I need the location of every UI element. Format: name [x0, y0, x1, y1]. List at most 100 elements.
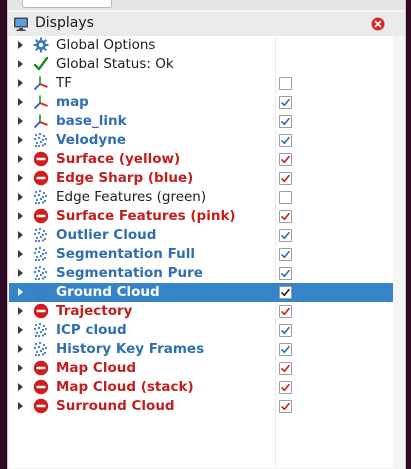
display-row[interactable]: Outlier Cloud — [9, 226, 393, 245]
display-label: Trajectory — [56, 303, 133, 319]
axes-icon — [33, 113, 49, 129]
display-row[interactable]: map — [9, 93, 393, 112]
expand-arrow-icon[interactable] — [18, 250, 23, 258]
display-label: TF — [56, 75, 73, 91]
display-label: Surround Cloud — [56, 398, 175, 414]
display-label: Global Options — [56, 37, 156, 53]
display-label: Surface Features (pink) — [56, 208, 236, 224]
error-icon — [33, 398, 49, 414]
expand-arrow-icon[interactable] — [18, 79, 23, 87]
enable-checkbox[interactable] — [279, 248, 292, 261]
point-cloud-icon — [33, 132, 49, 148]
display-label: map — [56, 94, 89, 110]
expand-arrow-icon[interactable] — [18, 269, 23, 277]
display-label: Segmentation Full — [56, 246, 196, 262]
enable-checkbox[interactable] — [279, 191, 292, 204]
enable-checkbox[interactable] — [279, 305, 292, 318]
expand-arrow-icon[interactable] — [18, 60, 23, 68]
display-row[interactable]: Edge Sharp (blue) — [9, 169, 393, 188]
display-row[interactable]: base_link — [9, 112, 393, 131]
error-icon — [33, 170, 49, 186]
expand-arrow-icon[interactable] — [18, 288, 23, 296]
display-row[interactable]: Segmentation Pure — [9, 264, 393, 283]
display-label: Outlier Cloud — [56, 227, 157, 243]
expand-arrow-icon[interactable] — [18, 364, 23, 372]
display-tree: Global Options Global Status: Ok TF map base… — [9, 36, 393, 468]
expand-arrow-icon[interactable] — [18, 155, 23, 163]
enable-checkbox[interactable] — [279, 229, 292, 242]
point-cloud-icon — [33, 341, 49, 357]
expand-arrow-icon[interactable] — [18, 326, 23, 334]
expand-arrow-icon[interactable] — [18, 136, 23, 144]
display-row[interactable]: Map Cloud (stack) — [9, 378, 393, 397]
display-row[interactable]: TF — [9, 74, 393, 93]
display-row[interactable]: Surround Cloud — [9, 397, 393, 416]
display-label: base_link — [56, 113, 127, 129]
point-cloud-icon — [33, 265, 49, 281]
axes-icon — [33, 75, 49, 91]
display-label: Map Cloud — [56, 360, 136, 376]
expand-arrow-icon[interactable] — [18, 174, 23, 182]
point-cloud-icon — [33, 227, 49, 243]
display-label: ICP cloud — [56, 322, 127, 338]
display-row[interactable]: Global Options — [9, 36, 393, 55]
expand-arrow-icon[interactable] — [18, 117, 23, 125]
display-row[interactable]: Segmentation Full — [9, 245, 393, 264]
displays-panel: Displays Global Options Global Status: Ok… — [7, 0, 406, 469]
enable-checkbox[interactable] — [279, 362, 292, 375]
enable-checkbox[interactable] — [279, 324, 292, 337]
display-row[interactable]: Trajectory — [9, 302, 393, 321]
error-icon — [33, 151, 49, 167]
display-label: Edge Features (green) — [56, 189, 207, 205]
enable-checkbox[interactable] — [279, 267, 292, 280]
enable-checkbox[interactable] — [279, 153, 292, 166]
display-label: Edge Sharp (blue) — [56, 170, 194, 186]
toolbar-tab[interactable] — [22, 0, 112, 8]
point-cloud-icon — [33, 322, 49, 338]
panel-title-bar: Displays — [8, 12, 405, 36]
display-label: History Key Frames — [56, 341, 205, 357]
expand-arrow-icon[interactable] — [18, 98, 23, 106]
display-label: Segmentation Pure — [56, 265, 203, 281]
point-cloud-icon — [33, 189, 49, 205]
expand-arrow-icon[interactable] — [18, 212, 23, 220]
display-row[interactable]: Surface Features (pink) — [9, 207, 393, 226]
enable-checkbox[interactable] — [279, 343, 292, 356]
display-row[interactable]: Ground Cloud — [9, 283, 393, 302]
checkmark-icon — [33, 56, 49, 72]
display-label: Velodyne — [56, 132, 126, 148]
display-row[interactable]: Global Status: Ok — [9, 55, 393, 74]
enable-checkbox[interactable] — [279, 381, 292, 394]
enable-checkbox[interactable] — [279, 172, 292, 185]
enable-checkbox[interactable] — [279, 210, 292, 223]
display-label: Map Cloud (stack) — [56, 379, 194, 395]
monitor-icon — [14, 17, 28, 31]
expand-arrow-icon[interactable] — [18, 307, 23, 315]
enable-checkbox[interactable] — [279, 96, 292, 109]
expand-arrow-icon[interactable] — [18, 193, 23, 201]
expand-arrow-icon[interactable] — [18, 402, 23, 410]
expand-arrow-icon[interactable] — [18, 41, 23, 49]
enable-checkbox[interactable] — [279, 77, 292, 90]
toolbar-strip — [8, 0, 405, 10]
enable-checkbox[interactable] — [279, 286, 292, 299]
display-row[interactable]: Edge Features (green) — [9, 188, 393, 207]
expand-arrow-icon[interactable] — [18, 231, 23, 239]
display-row[interactable]: Map Cloud — [9, 359, 393, 378]
display-row[interactable]: Velodyne — [9, 131, 393, 150]
close-icon[interactable] — [371, 17, 385, 31]
display-row[interactable]: ICP cloud — [9, 321, 393, 340]
enable-checkbox[interactable] — [279, 134, 292, 147]
enable-checkbox[interactable] — [279, 115, 292, 128]
display-row[interactable]: Surface (yellow) — [9, 150, 393, 169]
expand-arrow-icon[interactable] — [18, 345, 23, 353]
display-row[interactable]: History Key Frames — [9, 340, 393, 359]
display-label: Ground Cloud — [56, 284, 160, 300]
expand-arrow-icon[interactable] — [18, 383, 23, 391]
point-cloud-icon — [33, 284, 49, 300]
enable-checkbox[interactable] — [279, 400, 292, 413]
display-label: Surface (yellow) — [56, 151, 181, 167]
error-icon — [33, 379, 49, 395]
error-icon — [33, 303, 49, 319]
error-icon — [33, 360, 49, 376]
